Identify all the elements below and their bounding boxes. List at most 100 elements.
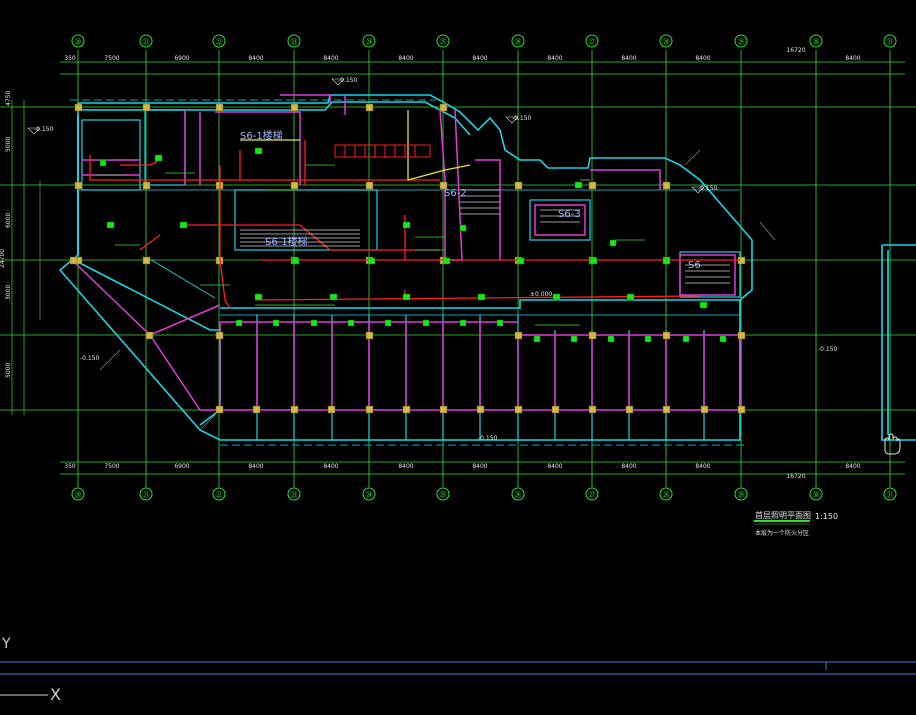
grid-bubble-label: ㉓ — [291, 38, 298, 46]
dimension-text: 7500 — [104, 55, 119, 62]
dimension-text: 8400 — [695, 55, 710, 62]
dimension-text: 8400 — [621, 463, 636, 470]
dimension-text: 6900 — [174, 55, 189, 62]
wiring-circuits — [89, 140, 740, 309]
stair-label: S6-2 — [444, 188, 467, 199]
cad-viewport[interactable]: ⑳ ㉑ ㉒ ㉓ ㉔ ㉕ ㉖ ㉗ ㉘ ㉙ ㉚ ㉛ ⑳ ㉑ ㉒ ㉓ ㉔ ㉕ ㉖ ㉗ … — [0, 0, 916, 715]
grid-bubbles-bottom: ⑳ ㉑ ㉒ ㉓ ㉔ ㉕ ㉖ ㉗ ㉘ ㉙ ㉚ ㉛ — [71, 487, 897, 501]
dimension-text: 8400 — [398, 55, 413, 62]
grid-bubble: ⑳ — [71, 487, 85, 501]
overall-dimension-bottom: 16720 — [786, 473, 805, 480]
elevation-label: ±0.000 — [530, 291, 552, 298]
dimension-text: 4750 — [5, 91, 12, 106]
grid-bubble: ㉚ — [809, 487, 823, 501]
grid-bubble: ㉓ — [287, 34, 301, 48]
grid-bubble: ㉗ — [585, 487, 599, 501]
grid-bubble: ㉑ — [139, 487, 153, 501]
room-partitions — [81, 109, 741, 440]
dimension-text: 8400 — [323, 55, 338, 62]
grid-bubble: ㉛ — [883, 487, 897, 501]
grid-bubble: ㉘ — [659, 34, 673, 48]
grid-bubble: ㉖ — [511, 487, 525, 501]
grid-bubble-label: ㉕ — [440, 38, 447, 46]
elevation-label: -0.150 — [80, 355, 100, 362]
grid-bubble-label: ㉗ — [589, 491, 596, 499]
dimension-text: 350 — [64, 55, 76, 62]
dimension-text: 8400 — [472, 55, 487, 62]
pan-hand-cursor-icon — [884, 433, 901, 455]
ucs-x-label: X — [50, 685, 61, 704]
grid-bubble-label: ㉚ — [813, 491, 820, 499]
dimension-text: 8400 — [398, 463, 413, 470]
grid-bubble-label: ㉑ — [143, 491, 150, 499]
staircase-s6-2 — [334, 144, 431, 158]
stair-treads — [39, 149, 776, 431]
floor-plan-drawing[interactable]: ⑳ ㉑ ㉒ ㉓ ㉔ ㉕ ㉖ ㉗ ㉘ ㉙ ㉚ ㉛ ⑳ ㉑ ㉒ ㉓ ㉔ ㉕ ㉖ ㉗ … — [0, 0, 916, 715]
grid-bubble-label: ㉛ — [887, 38, 894, 46]
grid-bubble-label: ㉖ — [515, 38, 522, 46]
dimension-total-left: 24700 — [0, 249, 6, 268]
dimension-text: 8400 — [845, 55, 860, 62]
grid-bubble: ㉒ — [212, 34, 226, 48]
grid-bubble-label: ㉓ — [291, 491, 298, 499]
elevation-label: -0.150 — [512, 115, 532, 122]
drawing-title: 首层照明平面图 — [755, 510, 811, 520]
stair-label: S6 — [688, 260, 701, 271]
dimension-text: 6900 — [174, 463, 189, 470]
grid-bubble-label: ㉛ — [887, 491, 894, 499]
dimension-text: 8400 — [472, 463, 487, 470]
dimension-text: 8400 — [547, 463, 562, 470]
grid-bubble: ㉗ — [585, 34, 599, 48]
grid-bubble: ㉙ — [734, 487, 748, 501]
grid-bubble-label: ㉚ — [813, 38, 820, 46]
dimension-text: 8400 — [248, 463, 263, 470]
grid-bubbles-top: ⑳ ㉑ ㉒ ㉓ ㉔ ㉕ ㉖ ㉗ ㉘ ㉙ ㉚ ㉛ — [71, 34, 897, 48]
elevation-label: -0.150 — [338, 77, 358, 84]
dimension-text: 3000 — [5, 285, 12, 300]
dimension-text: 8400 — [845, 463, 860, 470]
elevation-label: -0.150 — [818, 346, 838, 353]
overall-dimension-top: 16720 — [786, 47, 805, 54]
grid-bubble-label: ㉔ — [366, 38, 373, 46]
stair-label: S6-1楼梯 — [240, 129, 283, 142]
grid-bubble: ㉖ — [511, 34, 525, 48]
grid-bubble: ㉒ — [212, 487, 226, 501]
grid-bubble: ㉛ — [883, 34, 897, 48]
grid-bubble: ㉑ — [139, 34, 153, 48]
grid-bubble-label: ㉒ — [216, 38, 223, 46]
elevation-label: -0.150 — [34, 126, 54, 133]
grid-bubble-label: ㉗ — [589, 38, 596, 46]
elevation-label: -0.150 — [478, 435, 498, 442]
dimension-text: 8400 — [621, 55, 636, 62]
grid-bubble-label: ㉙ — [738, 38, 745, 46]
dimension-text: 8400 — [323, 463, 338, 470]
grid-bubble: ㉔ — [362, 34, 376, 48]
grid-bubble: ㉘ — [659, 487, 673, 501]
ucs-icon: Y X — [0, 636, 61, 704]
elevation-label: -0.150 — [698, 185, 718, 192]
ucs-y-label: Y — [1, 636, 11, 652]
dimension-text: 7500 — [104, 463, 119, 470]
dimension-text: 5000 — [5, 363, 12, 378]
grid-bubble: ㉕ — [436, 34, 450, 48]
grid-bubble-label: ㉔ — [366, 491, 373, 499]
stair-label: S6-3 — [558, 209, 581, 220]
model-space-border — [0, 661, 916, 675]
dimension-text: 8400 — [248, 55, 263, 62]
grid-bubble-label: ㉑ — [143, 38, 150, 46]
dimension-text: 350 — [64, 463, 76, 470]
dimension-text: 8400 — [547, 55, 562, 62]
grid-bubble-label: ㉘ — [663, 38, 670, 46]
grid-bubble-label: ⑳ — [75, 38, 82, 46]
grid-bubble: ㉔ — [362, 487, 376, 501]
dimension-text: 8400 — [695, 463, 710, 470]
grid-bubble: ㉓ — [287, 487, 301, 501]
drawing-scale: 1:150 — [815, 512, 838, 521]
axis-grid — [0, 50, 916, 487]
drawing-title-block: 首层照明平面图 1:150 本层为一个防火分区 — [754, 510, 838, 537]
grid-bubble-label: ㉒ — [216, 491, 223, 499]
light-fixtures — [99, 147, 727, 343]
stair-label: S6-1楼梯 — [265, 235, 308, 248]
grid-bubble: ㉚ — [809, 34, 823, 48]
grid-bubble-label: ⑳ — [75, 491, 82, 499]
